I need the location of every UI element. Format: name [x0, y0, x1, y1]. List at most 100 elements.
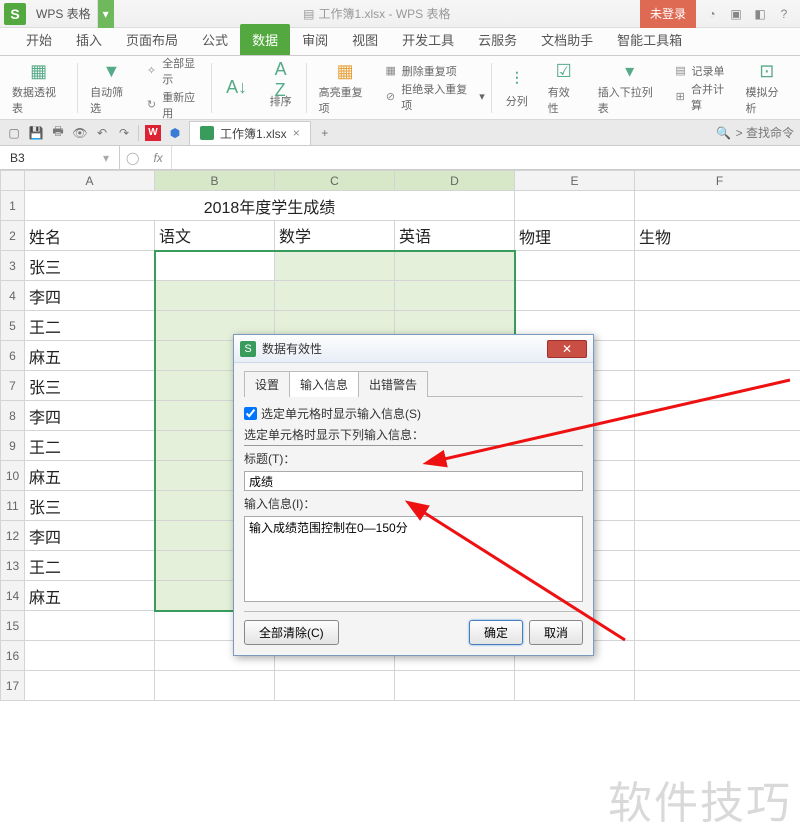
row-header[interactable]: 14 [1, 581, 25, 611]
ribbon-remove-dup[interactable]: ▦删除重复项 [384, 63, 485, 79]
ribbon-sort-asc[interactable]: A↓ [218, 60, 256, 116]
qat-redo-icon[interactable]: ↷ [116, 126, 132, 140]
col-header-F[interactable]: F [635, 171, 800, 191]
cell[interactable] [635, 581, 800, 611]
row-header[interactable]: 6 [1, 341, 25, 371]
ok-button[interactable]: 确定 [469, 620, 523, 645]
qat-preview-icon[interactable]: 👁 [72, 126, 88, 140]
menu-data[interactable]: 数据 [240, 24, 290, 55]
row-header[interactable]: 5 [1, 311, 25, 341]
cell[interactable]: 物理 [515, 221, 635, 251]
cell[interactable] [635, 461, 800, 491]
row-header[interactable]: 13 [1, 551, 25, 581]
title-cell[interactable]: 2018年度学生成绩 [25, 191, 515, 221]
ribbon-autofilter[interactable]: ▼ 自动筛选 [84, 60, 139, 116]
cell[interactable] [155, 281, 275, 311]
name-box[interactable]: B3▾ [0, 146, 120, 169]
cell[interactable] [635, 641, 800, 671]
document-tab[interactable]: 工作簿1.xlsx × [189, 121, 311, 145]
cell[interactable]: 李四 [25, 281, 155, 311]
ribbon-highlight-dup[interactable]: ▦ 高亮重复项 [313, 60, 378, 116]
cell[interactable] [635, 521, 800, 551]
cell[interactable] [395, 671, 515, 701]
cell[interactable] [25, 641, 155, 671]
new-tab-icon[interactable]: + [317, 126, 333, 140]
show-input-msg-checkbox[interactable] [244, 407, 257, 420]
col-header-A[interactable]: A [25, 171, 155, 191]
row-header[interactable]: 12 [1, 521, 25, 551]
menu-cloud[interactable]: 云服务 [466, 24, 529, 55]
cell[interactable] [635, 311, 800, 341]
cell[interactable] [635, 431, 800, 461]
col-header-D[interactable]: D [395, 171, 515, 191]
row-header[interactable]: 17 [1, 671, 25, 701]
menu-formula[interactable]: 公式 [190, 24, 240, 55]
ribbon-consolidate[interactable]: ⊞合并计算 [674, 81, 734, 113]
cell[interactable]: 麻五 [25, 461, 155, 491]
cell[interactable] [155, 671, 275, 701]
cell[interactable] [515, 251, 635, 281]
cell[interactable]: 语文 [155, 221, 275, 251]
cancel-button[interactable]: 取消 [529, 620, 583, 645]
cell[interactable]: 王二 [25, 311, 155, 341]
col-header-C[interactable]: C [275, 171, 395, 191]
cell[interactable]: 王二 [25, 431, 155, 461]
dialog-close-button[interactable]: ✕ [547, 340, 587, 358]
row-header[interactable]: 3 [1, 251, 25, 281]
ribbon-record-form[interactable]: ▤记录单 [674, 63, 734, 79]
menu-page-layout[interactable]: 页面布局 [114, 24, 190, 55]
row-header[interactable]: 7 [1, 371, 25, 401]
ribbon-reapply[interactable]: ↻重新应用 [145, 89, 205, 121]
menu-insert[interactable]: 插入 [64, 24, 114, 55]
fx-icon[interactable]: fx [145, 151, 170, 165]
help-icon[interactable]: ? [776, 7, 792, 21]
cell[interactable]: 麻五 [25, 341, 155, 371]
qat-save-icon[interactable]: 💾 [28, 126, 44, 140]
cube-icon[interactable]: ⬢ [167, 126, 183, 140]
row-header[interactable]: 9 [1, 431, 25, 461]
cell[interactable] [25, 671, 155, 701]
cell[interactable]: 张三 [25, 371, 155, 401]
ribbon-whatif[interactable]: ⊡ 模拟分析 [739, 60, 794, 116]
cell[interactable] [395, 251, 515, 281]
search-hint[interactable]: > 查找命令 [736, 124, 794, 141]
ribbon-text-to-cols[interactable]: ⫶ 分列 [498, 60, 536, 116]
cell[interactable]: 李四 [25, 401, 155, 431]
cell[interactable] [25, 611, 155, 641]
row-header[interactable]: 4 [1, 281, 25, 311]
menu-start[interactable]: 开始 [14, 24, 64, 55]
cell[interactable]: 王二 [25, 551, 155, 581]
row-header[interactable]: 11 [1, 491, 25, 521]
row-header[interactable]: 2 [1, 221, 25, 251]
menu-devtools[interactable]: 开发工具 [390, 24, 466, 55]
menu-review[interactable]: 审阅 [290, 24, 340, 55]
cell[interactable] [635, 611, 800, 641]
menu-view[interactable]: 视图 [340, 24, 390, 55]
dialog-tab-error[interactable]: 出错警告 [358, 371, 428, 397]
cell[interactable] [635, 251, 800, 281]
cell[interactable]: 张三 [25, 251, 155, 281]
wps-logo-icon[interactable]: W [145, 125, 161, 141]
cell[interactable] [635, 191, 800, 221]
col-header-B[interactable]: B [155, 171, 275, 191]
ribbon-sort[interactable]: AZ 排序 [262, 60, 300, 116]
dialog-tab-settings[interactable]: 设置 [244, 371, 290, 397]
ribbon-validation[interactable]: ☑ 有效性 [542, 60, 586, 116]
row-header[interactable]: 15 [1, 611, 25, 641]
title-input[interactable] [244, 471, 583, 491]
cell[interactable]: 英语 [395, 221, 515, 251]
fx-cancel-icon[interactable]: ◯ [120, 151, 145, 165]
row-header[interactable]: 8 [1, 401, 25, 431]
col-header-E[interactable]: E [515, 171, 635, 191]
cell[interactable] [635, 551, 800, 581]
qat-print-icon[interactable]: 🖶 [50, 122, 66, 143]
dialog-tab-input-msg[interactable]: 输入信息 [289, 371, 359, 397]
cell[interactable] [395, 281, 515, 311]
cell[interactable] [635, 671, 800, 701]
row-header[interactable]: 1 [1, 191, 25, 221]
clear-all-button[interactable]: 全部清除(C) [244, 620, 339, 645]
skin-icon[interactable]: ◧ [752, 7, 768, 21]
dialog-titlebar[interactable]: S 数据有效性 ✕ [234, 335, 593, 363]
close-tab-icon[interactable]: × [293, 126, 300, 140]
ribbon-pivot[interactable]: ▦ 数据透视表 [6, 60, 71, 116]
